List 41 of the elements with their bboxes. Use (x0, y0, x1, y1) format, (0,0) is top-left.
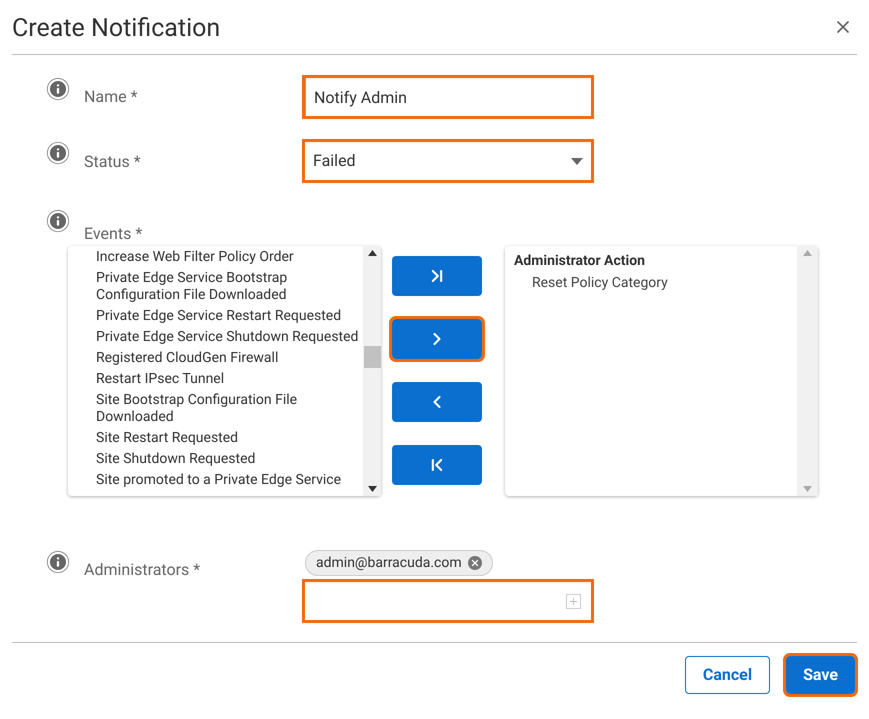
event-item[interactable]: Private Edge Service Restart Requested (96, 308, 363, 325)
info-icon (47, 210, 69, 232)
event-item[interactable]: Registered CloudGen Firewall (96, 350, 363, 367)
scrollbar[interactable] (363, 246, 381, 496)
info-icon (47, 551, 69, 573)
status-dropdown[interactable]: Failed (305, 142, 591, 180)
field-label: Events * (84, 223, 142, 245)
event-item[interactable]: Increase Web Filter Policy Order (96, 249, 363, 266)
field-label: Administrators * (84, 559, 202, 581)
event-item[interactable]: Private Edge Service Bootstrap Configuration File Downloaded (96, 270, 363, 304)
transfer-button[interactable] (392, 445, 482, 485)
group-heading: Administrator Action (514, 253, 646, 270)
caret-icon (571, 158, 583, 164)
event-item[interactable]: Private Edge Service Shutdown Requested (96, 329, 363, 346)
event-item[interactable]: Restart IPsec Tunnel (96, 371, 363, 388)
dialog-title: Create Notification (12, 13, 220, 46)
info-icon (47, 78, 69, 100)
event-item[interactable]: Site promoted to a Private Edge Service (96, 472, 363, 489)
add-icon[interactable] (566, 594, 581, 608)
scroll-up-icon (368, 250, 376, 256)
event-item[interactable]: Reset Policy Category (514, 275, 797, 292)
administrator-chip: admin@barracuda.com (305, 550, 493, 576)
cancel-button[interactable]: Cancel (684, 656, 770, 694)
administrators-input[interactable] (305, 582, 591, 620)
event-item[interactable]: Site Shutdown Requested (96, 451, 363, 468)
remove-icon[interactable] (468, 556, 482, 570)
event-item[interactable]: Site Bootstrap Configuration File Downloaded (96, 392, 363, 426)
transfer-button[interactable] (392, 256, 482, 296)
scrollbar-thumb[interactable] (364, 346, 380, 368)
scroll-down-icon (368, 486, 376, 492)
transfer-button[interactable] (392, 319, 482, 359)
scroll-down-icon (803, 486, 812, 492)
scrollbar[interactable] (797, 246, 818, 496)
save-button[interactable]: Save (786, 656, 855, 694)
info-icon (47, 142, 69, 164)
transfer-button[interactable] (392, 382, 482, 422)
field-label: Status * (84, 151, 142, 173)
event-item[interactable]: Site Restart Requested (96, 430, 363, 447)
scroll-up-icon (803, 250, 812, 256)
name-input[interactable]: Notify Admin (305, 78, 591, 116)
field-label: Name * (84, 86, 138, 108)
